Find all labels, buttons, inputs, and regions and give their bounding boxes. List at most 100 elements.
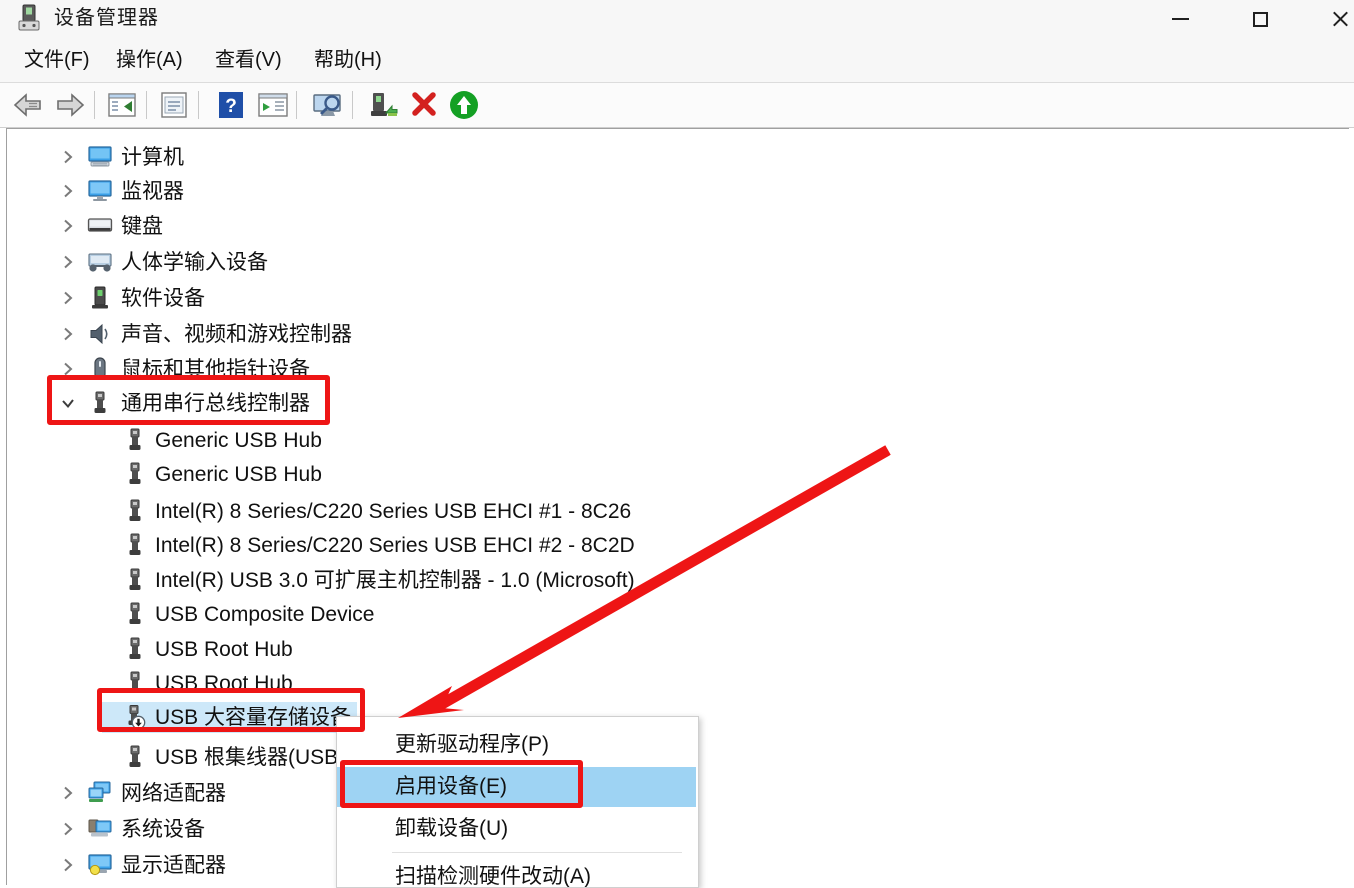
tree-item-label: Generic USB Hub bbox=[155, 428, 322, 452]
software-device-icon bbox=[87, 285, 111, 309]
usb-icon bbox=[122, 670, 146, 694]
chevron-right-icon[interactable] bbox=[59, 360, 77, 378]
device-update-icon bbox=[371, 93, 398, 116]
tree-item-label: 人体学输入设备 bbox=[121, 250, 268, 274]
close-icon bbox=[1331, 10, 1349, 28]
monitor-magnifier-icon bbox=[313, 94, 341, 116]
ctx-uninstall-device[interactable]: 卸载设备(U) bbox=[337, 809, 696, 849]
chevron-right-icon[interactable] bbox=[59, 856, 77, 874]
keyboard-icon bbox=[87, 213, 113, 237]
tree-item-hid[interactable]: 人体学输入设备 bbox=[7, 246, 1347, 279]
maximize-button[interactable] bbox=[1234, 0, 1286, 38]
title-bar: 设备管理器 bbox=[0, 0, 1354, 38]
properties-button[interactable] bbox=[156, 87, 192, 123]
chevron-down-icon[interactable] bbox=[59, 394, 77, 412]
chevron-right-icon[interactable] bbox=[59, 784, 77, 802]
help-button[interactable]: ? bbox=[213, 87, 249, 123]
tree-item-computer[interactable]: 计算机 bbox=[7, 141, 1347, 174]
network-icon bbox=[87, 780, 111, 804]
arrow-left-icon bbox=[13, 93, 41, 117]
device-manager-icon bbox=[14, 3, 44, 33]
close-button[interactable] bbox=[1314, 0, 1354, 38]
tree-item-software-devices[interactable]: 软件设备 bbox=[7, 282, 1347, 315]
window-play-icon bbox=[258, 93, 288, 117]
chevron-right-icon[interactable] bbox=[59, 148, 77, 166]
window-props-icon bbox=[161, 92, 187, 118]
back-button[interactable] bbox=[10, 87, 46, 123]
tree-item-monitors[interactable]: 监视器 bbox=[7, 175, 1347, 208]
update-driver-button[interactable] bbox=[366, 87, 402, 123]
maximize-icon bbox=[1252, 11, 1268, 27]
scan-hardware-button[interactable] bbox=[310, 87, 346, 123]
context-menu-separator bbox=[392, 852, 682, 853]
tree-item-sound-video[interactable]: 声音、视频和游戏控制器 bbox=[7, 318, 1347, 351]
mouse-icon bbox=[87, 356, 111, 380]
tree-item-generic-usb-hub-2[interactable]: Generic USB Hub bbox=[7, 458, 1347, 491]
chevron-right-icon[interactable] bbox=[59, 289, 77, 307]
tree-item-ehci-2[interactable]: Intel(R) 8 Series/C220 Series USB EHCI #… bbox=[7, 529, 1347, 562]
toolbar-separator-5 bbox=[352, 91, 353, 119]
tree-item-label: USB Root Hub bbox=[155, 671, 293, 695]
usb-icon bbox=[87, 390, 111, 414]
tree-item-label: 鼠标和其他指针设备 bbox=[121, 357, 310, 381]
toolbar-separator-1 bbox=[94, 91, 95, 119]
tree-item-label: Generic USB Hub bbox=[155, 462, 322, 486]
tree-item-keyboards[interactable]: 键盘 bbox=[7, 210, 1347, 243]
hid-icon bbox=[87, 249, 112, 273]
tree-item-generic-usb-hub-1[interactable]: Generic USB Hub bbox=[7, 424, 1347, 457]
tree-item-label: 监视器 bbox=[121, 179, 184, 203]
ctx-enable-device[interactable]: 启用设备(E) bbox=[337, 767, 696, 807]
tree-item-label: USB 大容量存储设备 bbox=[155, 705, 352, 729]
window-tree-icon bbox=[108, 93, 136, 117]
usb-icon bbox=[122, 461, 146, 485]
ctx-scan-hardware[interactable]: 扫描检测硬件改动(A) bbox=[337, 857, 696, 887]
toolbar: ? bbox=[0, 83, 1354, 128]
menu-action[interactable]: 操作(A) bbox=[110, 38, 189, 82]
usb-icon bbox=[122, 532, 146, 556]
chevron-right-icon[interactable] bbox=[59, 325, 77, 343]
system-icon bbox=[87, 816, 112, 840]
tree-item-usb-controllers[interactable]: 通用串行总线控制器 bbox=[7, 387, 1347, 420]
usb-icon bbox=[122, 601, 146, 625]
red-x-icon bbox=[412, 92, 436, 116]
enable-device-button[interactable] bbox=[446, 87, 482, 123]
update-view-button[interactable] bbox=[255, 87, 291, 123]
forward-button[interactable] bbox=[52, 87, 88, 123]
toolbar-separator-4 bbox=[296, 91, 297, 119]
menu-bar: 文件(F) 操作(A) 查看(V) 帮助(H) bbox=[0, 38, 1354, 83]
usb-icon bbox=[122, 427, 146, 451]
tree-item-label: 通用串行总线控制器 bbox=[121, 391, 310, 415]
svg-text:?: ? bbox=[225, 96, 237, 117]
tree-item-usb30-host[interactable]: Intel(R) USB 3.0 可扩展主机控制器 - 1.0 (Microso… bbox=[7, 564, 1347, 597]
tree-item-usb-root-hub-2[interactable]: USB Root Hub bbox=[7, 667, 1347, 700]
window-title: 设备管理器 bbox=[54, 7, 159, 29]
toolbar-separator-3 bbox=[198, 91, 199, 119]
help-question-icon: ? bbox=[219, 92, 243, 118]
tree-item-mice[interactable]: 鼠标和其他指针设备 bbox=[7, 353, 1347, 386]
show-hide-tree-button[interactable] bbox=[104, 87, 140, 123]
tree-item-label: Intel(R) USB 3.0 可扩展主机控制器 - 1.0 (Microso… bbox=[155, 568, 635, 592]
menu-help[interactable]: 帮助(H) bbox=[308, 38, 388, 82]
toolbar-separator-2 bbox=[146, 91, 147, 119]
ctx-update-driver[interactable]: 更新驱动程序(P) bbox=[337, 725, 696, 765]
tree-item-usb-composite[interactable]: USB Composite Device bbox=[7, 598, 1347, 631]
display-icon bbox=[87, 852, 112, 876]
menu-file[interactable]: 文件(F) bbox=[18, 38, 96, 82]
context-menu[interactable]: 更新驱动程序(P) 启用设备(E) 卸载设备(U) 扫描检测硬件改动(A) bbox=[336, 716, 699, 888]
tree-item-usb-root-hub-1[interactable]: USB Root Hub bbox=[7, 633, 1347, 666]
chevron-right-icon[interactable] bbox=[59, 253, 77, 271]
tree-item-label: 网络适配器 bbox=[121, 781, 226, 805]
minimize-button[interactable] bbox=[1154, 0, 1206, 38]
tree-item-label: 软件设备 bbox=[121, 286, 205, 310]
usb-icon bbox=[122, 567, 146, 591]
chevron-right-icon[interactable] bbox=[59, 820, 77, 838]
tree-item-ehci-1[interactable]: Intel(R) 8 Series/C220 Series USB EHCI #… bbox=[7, 495, 1347, 528]
chevron-right-icon[interactable] bbox=[59, 182, 77, 200]
menu-view[interactable]: 查看(V) bbox=[209, 38, 288, 82]
uninstall-device-button[interactable] bbox=[406, 87, 442, 123]
usb-icon bbox=[122, 498, 146, 522]
chevron-right-icon[interactable] bbox=[59, 217, 77, 235]
tree-item-label: USB Composite Device bbox=[155, 602, 375, 626]
usb-icon bbox=[122, 636, 146, 660]
monitor-icon bbox=[87, 178, 112, 202]
